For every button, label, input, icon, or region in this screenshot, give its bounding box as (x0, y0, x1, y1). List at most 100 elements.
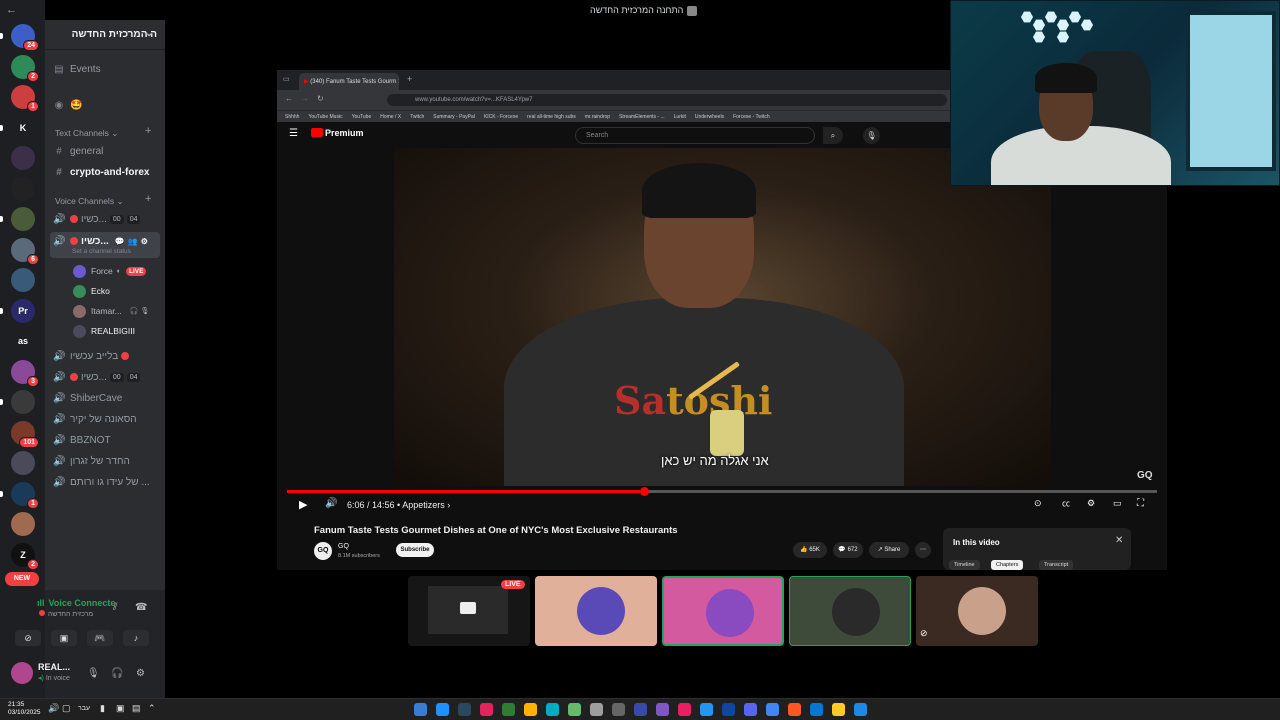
settings-gear-icon[interactable]: ⚙ (141, 237, 148, 246)
events-item[interactable]: ▤ Events (53, 60, 161, 78)
chapter-text[interactable]: Appetizers › (402, 500, 450, 510)
tray-app-icon[interactable]: ▤ (132, 703, 141, 714)
bookmark-item[interactable]: Lurkit (674, 114, 686, 120)
bookmark-item[interactable]: Underwheels (695, 114, 724, 120)
server-icon[interactable] (11, 390, 35, 414)
volume-icon[interactable]: 🔊 (48, 703, 59, 714)
voice-channel[interactable]: 🔊 ShiberCave (53, 389, 161, 407)
clock[interactable]: 21:35 03/10/2025 (8, 701, 41, 717)
taskbar-app-icon[interactable] (612, 703, 625, 716)
bookmark-item[interactable]: mr.raindrop (585, 114, 610, 120)
volume-icon[interactable]: 🔊 (325, 498, 337, 509)
taskbar-app-icon[interactable] (744, 703, 757, 716)
network-icon[interactable]: ▢ (62, 703, 71, 714)
voice-channel[interactable]: 🔊 כשיו... 00 04 (53, 368, 161, 386)
chevron-down-icon[interactable]: ⌄ (145, 28, 153, 39)
taskbar-app-icon[interactable] (678, 703, 691, 716)
tray-overflow-icon[interactable]: ⌃ (148, 703, 156, 714)
bookmark-item[interactable]: Shhhh (285, 114, 299, 120)
voice-channel[interactable]: 🔊 בלייב עכשיו (53, 347, 161, 365)
like-button[interactable]: 👍 65K (793, 542, 827, 558)
taskbar-app-icon[interactable] (832, 703, 845, 716)
mic-icon[interactable]: 🎙 (87, 668, 100, 679)
reload-icon[interactable]: ↻ (317, 94, 324, 103)
soundboard-button[interactable]: ♪ (123, 630, 149, 646)
back-arrow-icon[interactable]: ← (6, 4, 17, 16)
taskbar-app-icon[interactable] (854, 703, 867, 716)
address-bar[interactable]: www.youtube.com/watch?v=...KFASL4Ypw7 (387, 94, 947, 106)
text-category[interactable]: Text Channels ⌄ (55, 128, 118, 139)
channel-crypto-and-forex[interactable]: # crypto-and-forex (53, 163, 161, 181)
tray-app-icon[interactable]: ▣ (116, 703, 125, 714)
chip-timeline[interactable]: Timeline (949, 560, 980, 570)
taskbar-app-icon[interactable] (414, 703, 427, 716)
theater-mode-icon[interactable]: ▭ (1113, 498, 1122, 509)
youtube-logo[interactable]: Premium (311, 128, 364, 138)
taskbar-app-icon[interactable] (700, 703, 713, 716)
video-progress[interactable] (287, 487, 1157, 496)
voice-connected-label[interactable]: ıll Voice Connecte (37, 598, 115, 608)
taskbar-app-icon[interactable] (458, 703, 471, 716)
add-text-channel-icon[interactable]: + (145, 125, 151, 137)
taskbar-app-icon[interactable] (810, 703, 823, 716)
comments-button[interactable]: 💬 672 (833, 542, 863, 558)
headphones-icon[interactable]: 🎧 (111, 668, 123, 679)
chat-icon[interactable]: 💬 (115, 237, 125, 246)
browser-tab[interactable]: ▶ (340) Fanum Taste Tests Gourm ✕ (299, 73, 399, 90)
taskbar-app-icon[interactable] (788, 703, 801, 716)
invite-icon[interactable]: 👥 (128, 237, 138, 246)
avatar[interactable] (11, 662, 33, 684)
server-icon[interactable]: Z2 (11, 542, 39, 570)
voice-channel[interactable]: 🔊 החדר של זגרון (53, 452, 161, 470)
taskbar-app-icon[interactable] (436, 703, 449, 716)
voice-channel[interactable]: 🔊 הסאונה של יקיר (53, 410, 161, 428)
server-icon[interactable]: 1 (11, 85, 39, 112)
voice-member[interactable]: Force ◐ LIVE (73, 262, 147, 280)
close-icon[interactable]: ✕ (1115, 535, 1123, 546)
voice-member[interactable]: Ecko (73, 282, 110, 300)
bookmark-item[interactable]: KICK - Forcese (484, 114, 518, 120)
voice-channel[interactable]: 🔊 כשיו... 00 04 (53, 210, 161, 228)
server-icon[interactable]: 1 (11, 481, 39, 509)
server-icon[interactable]: K (11, 115, 35, 140)
participant-tile[interactable] (789, 576, 911, 646)
server-icon[interactable]: 101 (11, 420, 39, 448)
server-icon[interactable]: Pr (11, 298, 35, 323)
bookmark-item[interactable]: real all-time high subs (527, 114, 576, 120)
username[interactable]: REAL... (38, 662, 70, 672)
taskbar-app-icon[interactable] (502, 703, 515, 716)
search-icon[interactable]: ⌕ (823, 127, 843, 144)
taskbar-app-icon[interactable] (766, 703, 779, 716)
taskbar-app-icon[interactable] (480, 703, 493, 716)
channel-general[interactable]: # general (53, 142, 161, 160)
participant-tile-speaking[interactable] (662, 576, 784, 646)
channel-avatar[interactable]: GQ (314, 542, 332, 560)
server-icon[interactable]: 24 (11, 24, 39, 51)
voice-member[interactable]: REALBIGIII (73, 322, 135, 340)
voice-member[interactable]: Itamar... 🎧 🎙 (73, 302, 149, 320)
tab-menu-icon[interactable]: ▭ (283, 75, 290, 83)
server-icon[interactable]: as (11, 329, 35, 353)
emoji-row[interactable]: ◉ 🤩 (53, 96, 161, 114)
channel-status-hint[interactable]: Set a channel status (72, 248, 131, 255)
camera-off-button[interactable]: ⊘ (15, 630, 41, 646)
server-icon[interactable]: 6 (11, 237, 39, 265)
progress-scrubber[interactable] (639, 487, 649, 496)
voice-channel[interactable]: 🔊 של עידו גו ורותם ... (53, 473, 161, 491)
subscribe-button[interactable]: Subscribe (396, 543, 434, 557)
settings-icon[interactable]: ⚙ (1087, 498, 1095, 509)
bookmark-item[interactable]: YouTube (352, 114, 372, 120)
autoplay-toggle[interactable]: ⊙ (1034, 498, 1042, 509)
bookmark-item[interactable]: YouTube Music (308, 114, 342, 120)
server-icon[interactable]: 2 (11, 54, 39, 82)
back-icon[interactable]: ← (285, 94, 293, 103)
taskbar-app-icon[interactable] (634, 703, 647, 716)
chip-transcript[interactable]: Transcript (1039, 560, 1074, 570)
server-header[interactable]: ה המרכזית החדשה ⌄ (45, 20, 165, 50)
bookmark-item[interactable]: Home / X (380, 114, 401, 120)
bookmark-item[interactable]: Summary - PayPal (433, 114, 475, 120)
search-input[interactable]: Search (575, 127, 815, 144)
add-voice-channel-icon[interactable]: + (145, 193, 151, 205)
participant-tile[interactable]: ⊘ (916, 576, 1038, 646)
share-button[interactable]: ↗ Share (869, 542, 909, 558)
